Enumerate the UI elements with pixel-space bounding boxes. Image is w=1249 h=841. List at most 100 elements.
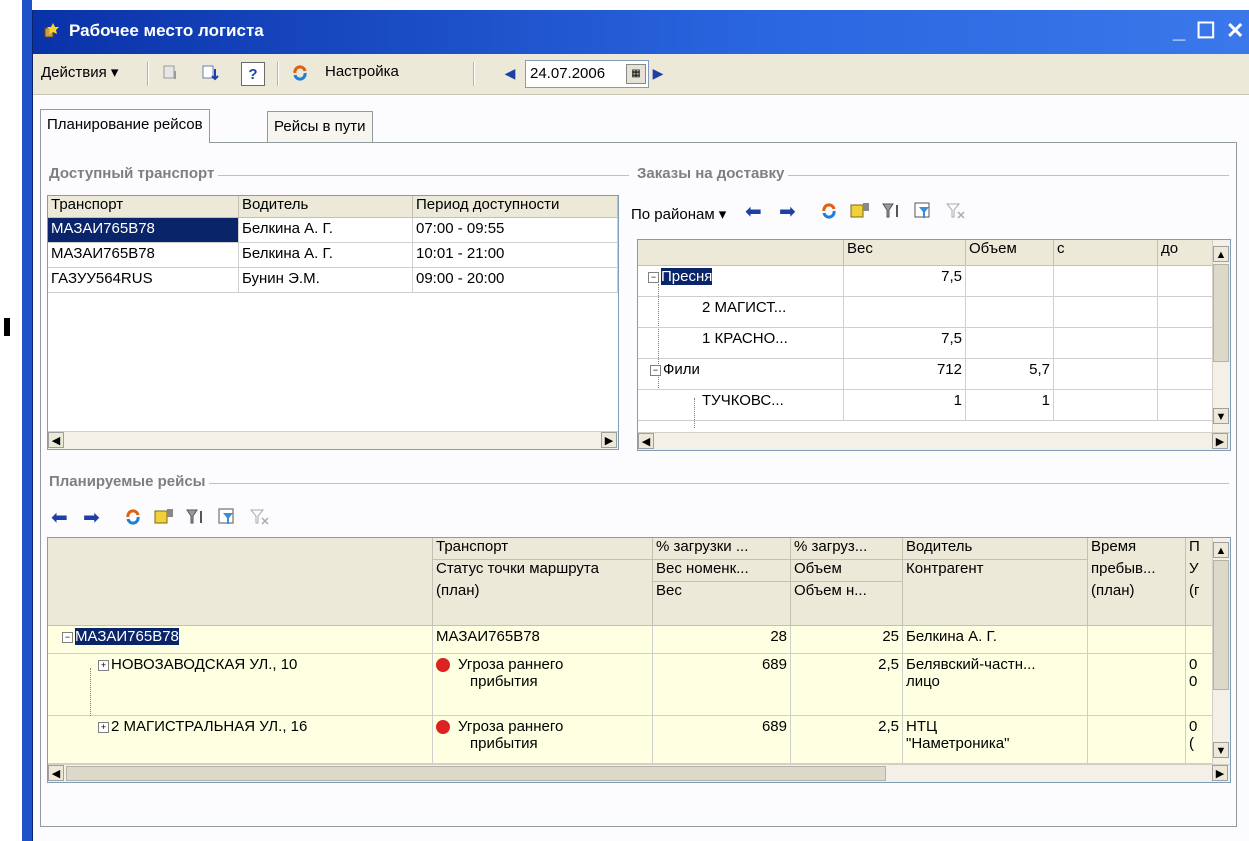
table-cell[interactable]: 1 [844,390,966,421]
table-cell[interactable]: ГАЗУУ564RUS [48,268,239,293]
scroll-left-icon[interactable]: ◀ [638,433,654,449]
table-cell[interactable]: 09:00 - 20:00 [413,268,618,293]
table-cell[interactable] [1054,359,1158,390]
delivery-orders-grid[interactable]: Вес Объем с до − Пресня 7,5 2 МАГИСТ... 1… [637,239,1231,451]
table-cell[interactable] [1158,297,1213,328]
table-cell[interactable]: 28 [653,626,791,654]
planned-trips-grid[interactable]: Транспорт Статус точки маршрута (план) %… [47,537,1231,783]
date-next-icon[interactable]: ▶ [647,62,669,84]
table-cell[interactable] [1088,654,1186,716]
tree-node[interactable]: − МАЗАИ765В78 [48,626,433,654]
tree-node[interactable]: − Фили [638,359,844,390]
column-header[interactable]: до [1158,240,1213,266]
column-header[interactable]: Вес номенк... [653,560,791,582]
scroll-right-icon[interactable]: ▶ [601,432,617,448]
table-cell[interactable]: Угроза раннего прибытия [433,716,653,764]
title-bar[interactable]: Рабочее место логиста _ ☐ ✕ [33,10,1249,54]
column-header[interactable]: Вес [653,582,791,626]
calendar-icon[interactable]: ▦ [626,64,646,84]
actions-menu[interactable]: Действия ▾ [41,63,118,81]
arrow-right-icon[interactable]: ➡ [779,199,796,224]
copy-down-icon[interactable] [199,62,221,84]
table-cell[interactable] [1088,716,1186,764]
collapse-icon[interactable]: − [650,364,661,376]
table-cell[interactable] [1186,626,1213,654]
date-field[interactable]: 24.07.2006 ▦ [525,60,649,88]
table-cell[interactable] [1158,266,1213,297]
table-cell[interactable]: МАЗАИ765В78 [48,243,239,268]
clear-filter-icon[interactable] [945,201,967,225]
column-header[interactable]: (г [1186,582,1213,626]
table-cell[interactable]: 0( [1186,716,1213,764]
table-cell[interactable] [1054,266,1158,297]
table-cell[interactable]: НТЦ "Наметроника" [903,716,1088,764]
table-cell[interactable]: 2,5 [791,716,903,764]
table-cell[interactable]: 00 [1186,654,1213,716]
table-cell[interactable]: Белкина А. Г. [239,243,413,268]
clear-filter-icon[interactable] [249,507,271,531]
table-cell[interactable]: 25 [791,626,903,654]
table-cell[interactable] [966,297,1054,328]
refresh-icon[interactable] [123,507,143,531]
table-cell[interactable] [1158,328,1213,359]
horizontal-scrollbar[interactable]: ◀ ▶ [638,432,1230,450]
scroll-left-icon[interactable]: ◀ [48,432,64,448]
tree-node[interactable]: + НОВОЗАВОДСКАЯ УЛ., 10 [48,654,433,716]
vertical-scrollbar[interactable]: ▲ ▼ [1212,538,1230,764]
column-header[interactable]: Объем н... [791,582,903,626]
table-cell[interactable]: МАЗАИ765В78 [433,626,653,654]
table-cell[interactable] [1158,359,1213,390]
column-header[interactable]: Время [1088,538,1186,560]
fill-icon[interactable] [153,507,175,531]
table-cell[interactable]: 1 [966,390,1054,421]
table-cell[interactable]: 07:00 - 09:55 [413,218,618,243]
maximize-button[interactable]: ☐ [1196,18,1216,44]
tree-node[interactable]: − Пресня [638,266,844,297]
column-header[interactable]: У [1186,560,1213,582]
table-cell[interactable]: 7,5 [844,266,966,297]
copy-up-icon[interactable] [160,62,182,84]
table-cell[interactable]: 5,7 [966,359,1054,390]
collapse-icon[interactable]: − [62,631,73,643]
table-cell[interactable] [844,297,966,328]
table-cell[interactable]: 689 [653,654,791,716]
column-header[interactable]: Статус точки маршрута [433,560,653,582]
collapse-icon[interactable]: − [648,271,659,283]
grouping-mode-menu[interactable]: По районам ▾ [631,205,726,223]
table-cell[interactable]: 689 [653,716,791,764]
table-cell[interactable] [966,328,1054,359]
settings-button[interactable]: Настройка [325,63,399,80]
tree-node[interactable]: +2 МАГИСТРАЛЬНАЯ УЛ., 16 [48,716,433,764]
table-cell[interactable]: Угроза раннего прибытия [433,654,653,716]
filter-sort-icon[interactable] [185,507,207,531]
column-header[interactable]: Объем [966,240,1054,266]
column-header[interactable]: % загруз... [791,538,903,560]
scroll-down-icon[interactable]: ▼ [1213,742,1229,758]
horizontal-scrollbar[interactable]: ◀ ▶ [48,764,1230,782]
table-cell[interactable]: 7,5 [844,328,966,359]
scroll-right-icon[interactable]: ▶ [1212,433,1228,449]
column-header[interactable]: Контрагент [903,560,1088,626]
expand-icon[interactable]: + [98,721,109,733]
table-cell[interactable] [1054,297,1158,328]
scroll-thumb[interactable] [1213,264,1229,362]
column-header[interactable]: Водитель [239,196,413,218]
refresh-icon[interactable] [819,201,839,225]
tree-node[interactable]: 1 КРАСНО... [638,328,844,359]
scroll-thumb[interactable] [66,766,886,781]
expand-icon[interactable]: + [98,659,109,671]
column-header[interactable]: Период доступности [413,196,618,218]
scroll-down-icon[interactable]: ▼ [1213,408,1229,424]
scroll-thumb[interactable] [1213,560,1229,690]
column-header[interactable]: (план) [433,582,653,626]
tab-trips-in-transit[interactable]: Рейсы в пути [267,111,373,142]
column-header[interactable]: Водитель [903,538,1088,560]
table-cell[interactable] [1088,626,1186,654]
column-header[interactable]: Вес [844,240,966,266]
table-cell[interactable] [1158,390,1213,421]
column-header[interactable]: Транспорт [433,538,653,560]
table-cell[interactable]: Белкина А. Г. [239,218,413,243]
table-cell[interactable]: 10:01 - 21:00 [413,243,618,268]
table-cell[interactable] [1054,328,1158,359]
scroll-right-icon[interactable]: ▶ [1212,765,1228,781]
